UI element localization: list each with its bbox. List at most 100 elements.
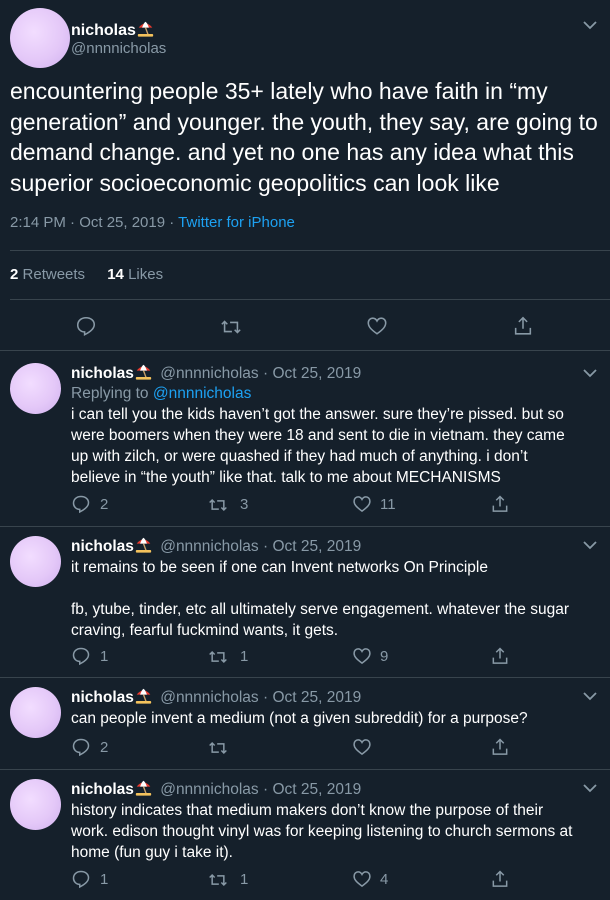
avatar[interactable] (10, 363, 61, 414)
tweet-meta: 2:14 PM · Oct 25, 2019 · Twitter for iPh… (10, 214, 295, 231)
reply-text-line: i can tell you the kids haven’t got the … (71, 406, 564, 423)
tweet-text-line: demand change. and yet no one has any id… (10, 139, 574, 165)
divider (0, 677, 610, 678)
reply-count: 1 (100, 871, 109, 888)
reply-icon[interactable] (71, 646, 91, 666)
retweets-stat[interactable]: 2 Retweets (10, 266, 85, 283)
like-icon[interactable] (352, 494, 372, 514)
display-name[interactable]: nicholas (71, 538, 134, 555)
reply-meta[interactable]: @nnnnicholas · Oct 25, 2019 (160, 689, 361, 706)
retweet-count: 1 (240, 648, 249, 665)
replying-to-label: Replying to (71, 385, 149, 402)
avatar[interactable] (10, 687, 61, 738)
reply-text-line: were boomers when they were 18 and sent … (71, 427, 565, 444)
share-icon[interactable] (490, 494, 510, 514)
umbrella-on-beach-emoji (135, 688, 152, 704)
reply-text: it remains to be seen if one can Invent … (71, 557, 569, 641)
retweet-icon[interactable] (208, 647, 228, 667)
share-icon[interactable] (490, 737, 510, 757)
umbrella-on-beach-emoji (135, 537, 152, 553)
umbrella-on-beach-emoji (135, 780, 152, 796)
reply-text-line: history indicates that medium makers don… (71, 802, 544, 819)
divider (0, 769, 610, 770)
reply-count: 2 (100, 496, 109, 513)
divider (10, 250, 610, 251)
chevron-down-icon[interactable] (583, 540, 597, 550)
avatar[interactable] (10, 536, 61, 587)
author-name[interactable]: nicholas (71, 20, 154, 40)
likes-label: Likes (128, 266, 164, 283)
reply-text-line: home (fun guy i take it). (71, 844, 233, 861)
tweet-source[interactable]: Twitter for iPhone (178, 214, 295, 231)
reply-meta[interactable]: @nnnnicholas · Oct 25, 2019 (160, 781, 361, 798)
retweet-count: 3 (240, 496, 249, 513)
reply-icon[interactable] (71, 869, 91, 889)
reply-text: can people invent a medium (not a given … (71, 708, 528, 729)
retweet-icon[interactable] (208, 495, 228, 515)
like-count: 4 (380, 871, 389, 888)
reply-text: i can tell you the kids haven’t got the … (71, 404, 565, 488)
author-handle[interactable]: @nnnnicholas (71, 40, 166, 57)
tweet-text-line: encountering people 35+ lately who have … (10, 78, 548, 104)
umbrella-on-beach-emoji (135, 364, 152, 380)
like-icon[interactable] (352, 646, 372, 666)
divider (0, 526, 610, 527)
reply-text-line: can people invent a medium (not a given … (71, 710, 528, 727)
tweet-text-line: generation” and younger. the youth, they… (10, 108, 598, 135)
like-count: 11 (380, 496, 396, 513)
reply-icon[interactable] (71, 737, 91, 757)
reply-text: history indicates that medium makers don… (71, 800, 572, 863)
likes-stat[interactable]: 14 Likes (107, 266, 163, 283)
reply-count: 1 (100, 648, 109, 665)
tweet-text: encountering people 35+ lately who have … (10, 76, 598, 198)
like-count: 14 (107, 266, 124, 283)
like-icon[interactable] (352, 737, 372, 757)
share-icon[interactable] (512, 315, 534, 337)
like-count: 9 (380, 648, 389, 665)
reply-text-line (71, 578, 569, 599)
share-icon[interactable] (490, 646, 510, 666)
divider (10, 299, 610, 300)
display-name[interactable]: nicholas (71, 781, 134, 798)
reply-text-line: fb, ytube, tinder, etc all ultimately se… (71, 601, 569, 618)
retweet-count: 1 (240, 871, 249, 888)
chevron-down-icon[interactable] (583, 368, 597, 378)
chevron-down-icon[interactable] (583, 20, 597, 30)
reply-text-line: work. edison thought vinyl was for keepi… (71, 823, 573, 840)
reply-header: nicholas @nnnnicholas · Oct 25, 2019 (71, 536, 361, 556)
chevron-down-icon[interactable] (583, 783, 597, 793)
reply-icon[interactable] (75, 315, 97, 337)
replying-to: Replying to @nnnnicholas (71, 385, 251, 403)
divider (0, 350, 610, 351)
replying-to-handle[interactable]: @nnnnicholas (153, 385, 251, 402)
tweet-timestamp[interactable]: 2:14 PM · Oct 25, 2019 · (10, 214, 174, 231)
reply-text-line: up with zilch, or were quashed if they h… (71, 448, 528, 465)
avatar[interactable] (10, 779, 61, 830)
avatar[interactable] (10, 8, 70, 68)
reply-header: nicholas @nnnnicholas · Oct 25, 2019 (71, 779, 361, 799)
tweet-stats: 2 Retweets 14 Likes (10, 266, 163, 283)
display-name[interactable]: nicholas (71, 365, 134, 382)
like-icon[interactable] (352, 869, 372, 889)
reply-text-line: believe in “the youth” like that. talk t… (71, 469, 501, 486)
umbrella-on-beach-emoji (137, 21, 154, 37)
reply-meta[interactable]: @nnnnicholas · Oct 25, 2019 (160, 365, 361, 382)
share-icon[interactable] (490, 869, 510, 889)
reply-header: nicholas @nnnnicholas · Oct 25, 2019 (71, 363, 361, 383)
reply-text-line: craving, fearful fuckmind wants, it gets… (71, 622, 339, 639)
tweet-text-line: superior socioeconomic geopolitics can l… (10, 169, 500, 196)
reply-meta[interactable]: @nnnnicholas · Oct 25, 2019 (160, 538, 361, 555)
display-name: nicholas (71, 22, 136, 39)
reply-header: nicholas @nnnnicholas · Oct 25, 2019 (71, 687, 361, 707)
retweet-icon[interactable] (208, 870, 228, 890)
reply-icon[interactable] (71, 494, 91, 514)
chevron-down-icon[interactable] (583, 691, 597, 701)
like-icon[interactable] (366, 315, 388, 337)
retweet-count: 2 (10, 266, 19, 283)
retweet-icon[interactable] (220, 316, 242, 338)
display-name[interactable]: nicholas (71, 689, 134, 706)
retweet-icon[interactable] (208, 738, 228, 758)
retweets-label: Retweets (22, 266, 86, 283)
reply-count: 2 (100, 739, 109, 756)
reply-text-line: it remains to be seen if one can Invent … (71, 559, 488, 576)
